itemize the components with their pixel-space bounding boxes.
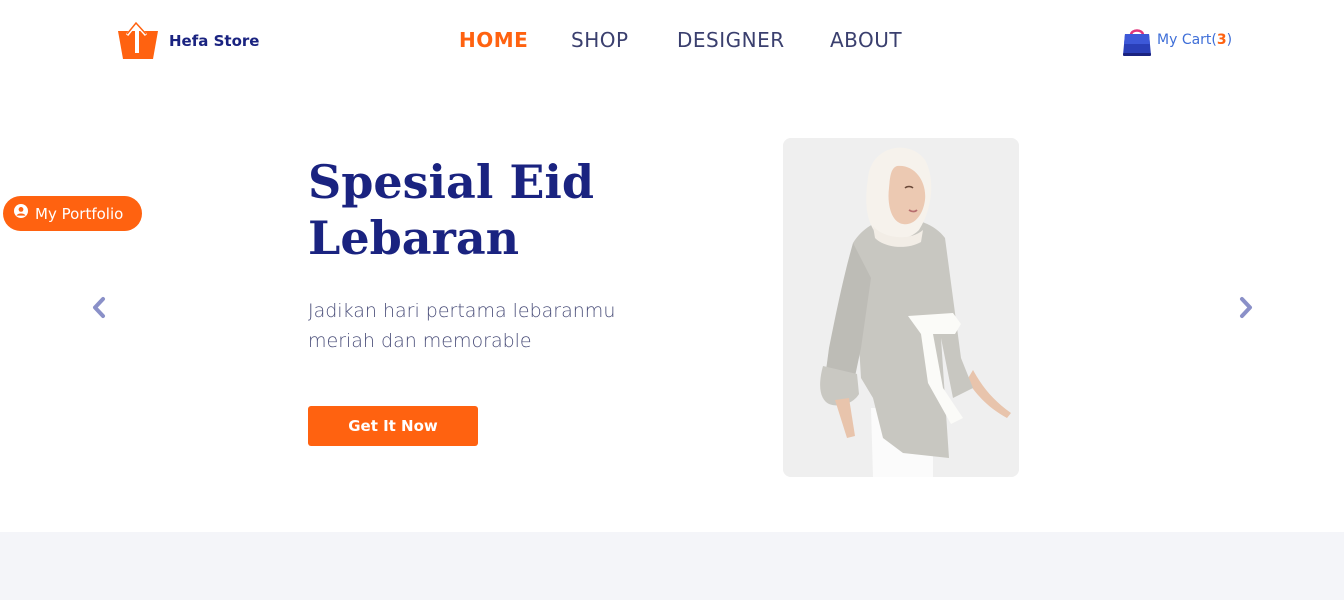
- carousel-prev-button[interactable]: [88, 296, 112, 320]
- chevron-right-icon: [1234, 296, 1258, 320]
- user-circle-icon: [14, 204, 28, 223]
- get-it-now-button[interactable]: Get It Now: [308, 406, 478, 446]
- my-portfolio-button[interactable]: My Portfolio: [3, 196, 142, 231]
- hero-subtitle: Jadikan hari pertama lebaranmu meriah da…: [308, 300, 616, 352]
- nav-item-shop[interactable]: SHOP: [571, 28, 629, 52]
- my-portfolio-label: My Portfolio: [35, 204, 124, 223]
- nav-item-designer[interactable]: DESIGNER: [677, 28, 785, 52]
- nav-item-home[interactable]: HOME: [459, 28, 528, 52]
- cart-button[interactable]: My Cart(3): [1122, 26, 1232, 62]
- hero-title: Spesial Eid Lebaran: [308, 155, 595, 265]
- cart-count: 3: [1216, 32, 1227, 48]
- shopping-bag-icon: [1122, 26, 1152, 62]
- cart-label-close: ): [1226, 32, 1233, 48]
- nav-item-about[interactable]: ABOUT: [830, 28, 902, 52]
- hero-product-image: [783, 138, 1019, 477]
- chevron-left-icon: [88, 296, 112, 320]
- cart-label: My Cart(: [1157, 32, 1217, 48]
- section-background-band: [0, 532, 1344, 600]
- carousel-next-button[interactable]: [1234, 296, 1258, 320]
